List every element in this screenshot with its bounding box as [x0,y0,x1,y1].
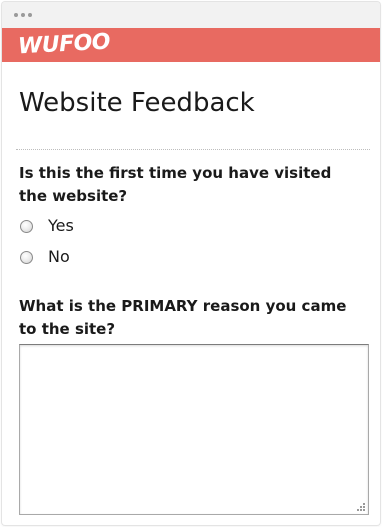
radio-option-label: Yes [48,216,74,235]
brand-header: WUFOO [2,28,380,62]
radio-button[interactable] [20,250,33,264]
primary-reason-textarea[interactable] [19,344,369,515]
browser-frame: WUFOO Website Feedback Is this the first… [2,2,380,525]
question-primary-reason-label: What is the PRIMARY reason you came to t… [19,297,347,338]
window-dot-icon [14,13,18,17]
radio-option-no[interactable]: No [20,247,70,267]
resize-grip-icon[interactable] [354,500,366,512]
form-title: Website Feedback [19,88,255,118]
window-dot-icon [28,13,32,17]
radio-button[interactable] [20,219,33,233]
question-first-visit-label: Is this the first time you have visited … [19,164,332,205]
window-titlebar [2,2,380,28]
header-divider [16,149,370,150]
window-controls [14,13,32,17]
wufoo-logo[interactable]: WUFOO [17,28,111,63]
radio-option-label: No [48,247,70,266]
window-dot-icon [21,13,25,17]
radio-option-yes[interactable]: Yes [20,216,74,236]
